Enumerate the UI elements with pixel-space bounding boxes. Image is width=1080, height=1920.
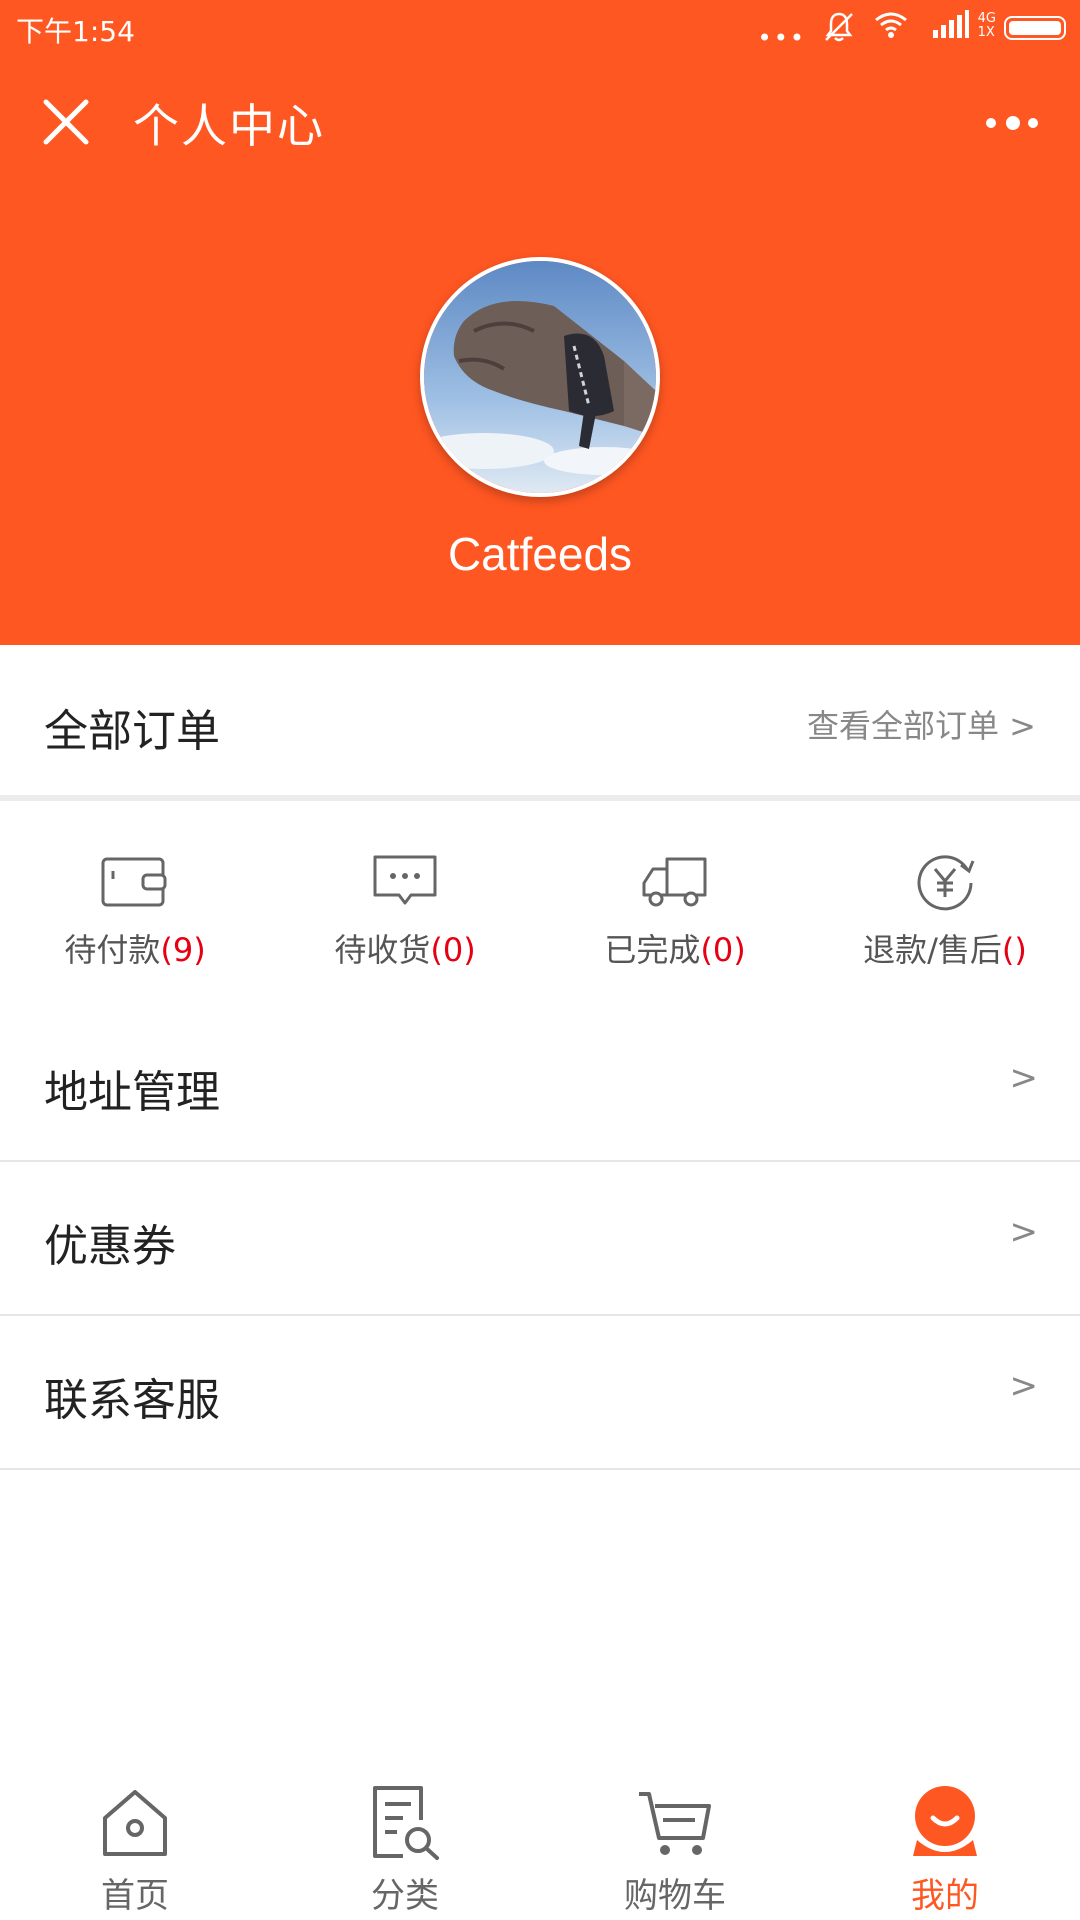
page-title: 个人中心 bbox=[133, 99, 325, 153]
status-count: (9) bbox=[160, 931, 206, 969]
close-icon[interactable] bbox=[40, 96, 92, 148]
avatar[interactable] bbox=[420, 257, 660, 497]
signal-icon bbox=[933, 10, 969, 38]
truck-icon bbox=[642, 857, 707, 907]
category-search-icon bbox=[373, 1786, 439, 1860]
chevron-right-icon: > bbox=[1009, 1366, 1039, 1406]
tab-label: 购物车 bbox=[624, 1876, 726, 1916]
menu-label: 地址管理 bbox=[44, 1067, 220, 1118]
menu-address-management[interactable]: 地址管理 > bbox=[0, 1008, 1080, 1162]
menu-customer-service[interactable]: 联系客服 > bbox=[0, 1316, 1080, 1470]
tab-cart[interactable]: 购物车 bbox=[540, 1770, 810, 1920]
more-dots-icon: ••• bbox=[757, 24, 806, 52]
profile-header: 下午1:54 ••• 4G 1X 个人中心 Catfeeds bbox=[0, 0, 1080, 645]
network-label: 4G 1X bbox=[977, 11, 996, 40]
home-icon bbox=[103, 1790, 167, 1856]
wallet-icon bbox=[101, 857, 167, 907]
status-count: (0) bbox=[700, 931, 746, 969]
menu-label: 优惠券 bbox=[44, 1221, 176, 1272]
chevron-right-icon: > bbox=[1009, 1212, 1039, 1252]
status-count: () bbox=[1001, 931, 1027, 969]
menu-coupons[interactable]: 优惠券 > bbox=[0, 1162, 1080, 1316]
status-label: 已完成 bbox=[604, 931, 701, 969]
status-label: 待付款 bbox=[64, 931, 161, 969]
battery-icon bbox=[1004, 16, 1066, 40]
tab-category[interactable]: 分类 bbox=[270, 1770, 540, 1920]
message-icon bbox=[373, 855, 437, 905]
tab-label: 首页 bbox=[101, 1876, 169, 1916]
status-count: (0) bbox=[430, 931, 476, 969]
status-bar: 下午1:54 ••• 4G 1X bbox=[0, 0, 1080, 56]
status-pending-payment[interactable]: 待付款(9) bbox=[0, 851, 270, 1001]
status-time: 下午1:54 bbox=[16, 15, 135, 48]
status-pending-receipt[interactable]: 待收货(0) bbox=[270, 851, 540, 1001]
order-status-grid: 待付款(9) 待收货(0) 已完成(0) 退款/售后() bbox=[0, 801, 1080, 1001]
more-icon[interactable] bbox=[986, 114, 1042, 130]
view-all-orders-link[interactable]: 查看全部订单 > bbox=[807, 701, 1036, 747]
silent-icon bbox=[825, 12, 853, 42]
status-label: 退款/售后 bbox=[863, 931, 1002, 969]
wifi-icon bbox=[875, 12, 907, 38]
menu-label: 联系客服 bbox=[44, 1375, 220, 1426]
all-orders-title: 全部订单 bbox=[44, 706, 220, 757]
chevron-right-icon: > bbox=[1009, 1058, 1039, 1098]
refund-icon bbox=[917, 855, 975, 911]
tab-label: 我的 bbox=[911, 1876, 979, 1916]
tab-label: 分类 bbox=[371, 1876, 439, 1916]
profile-icon bbox=[913, 1786, 977, 1856]
status-completed[interactable]: 已完成(0) bbox=[540, 851, 810, 1001]
username: Catfeeds bbox=[447, 528, 633, 580]
nav-bar: 个人中心 bbox=[0, 56, 1080, 186]
bottom-tab-bar: 首页 分类 购物车 我的 bbox=[0, 1770, 1080, 1920]
status-refund-aftersale[interactable]: 退款/售后() bbox=[810, 851, 1080, 1001]
tab-profile[interactable]: 我的 bbox=[810, 1770, 1080, 1920]
status-label: 待收货 bbox=[334, 931, 431, 969]
cart-icon bbox=[639, 1792, 711, 1855]
tab-home[interactable]: 首页 bbox=[0, 1770, 270, 1920]
all-orders-row[interactable]: 全部订单 查看全部订单 > bbox=[0, 645, 1080, 801]
